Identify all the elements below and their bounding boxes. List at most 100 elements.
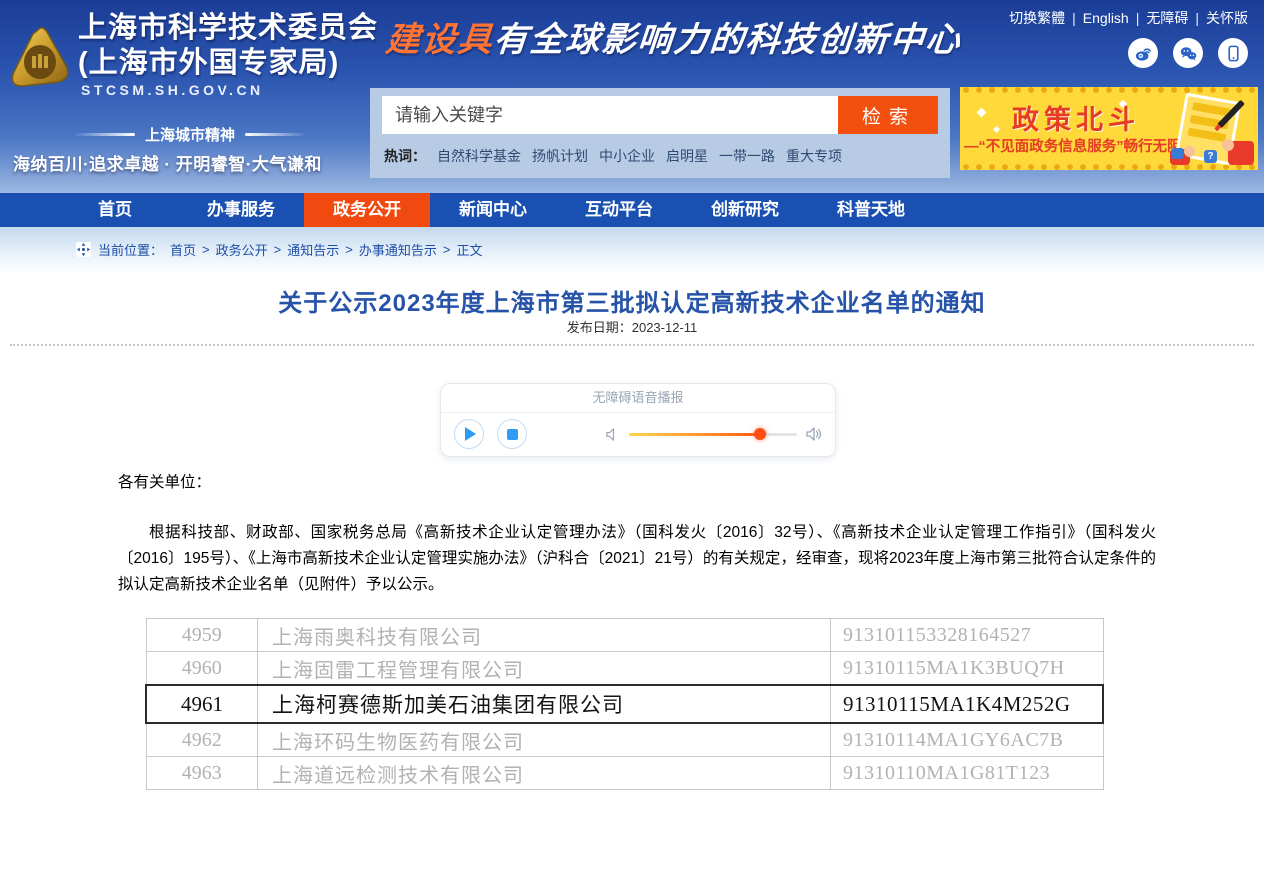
hot-word-link[interactable]: 重大专项 bbox=[786, 146, 842, 166]
hot-word-link[interactable]: 自然科学基金 bbox=[437, 146, 521, 166]
hot-word-link[interactable]: 中小企业 bbox=[599, 146, 655, 166]
company-number: 4962 bbox=[146, 723, 258, 757]
nav-item[interactable]: 科普天地 bbox=[808, 193, 934, 227]
topbar-separator: | bbox=[1072, 10, 1076, 26]
city-spirit-motto: 海纳百川·追求卓越 · 开明睿智·大气谦和 bbox=[13, 150, 377, 175]
company-name: 上海雨奥科技有限公司 bbox=[258, 619, 831, 652]
topbar-link[interactable]: English bbox=[1083, 10, 1129, 26]
org-title: 上海市科学技术委员会 (上海市外国专家局) bbox=[78, 11, 378, 81]
article-paragraph: 根据科技部、财政部、国家税务总局《高新技术企业认定管理办法》（国科发火〔2016… bbox=[118, 520, 1156, 598]
search-row: 检索 bbox=[382, 96, 938, 134]
sparkle-icon bbox=[977, 108, 987, 118]
topbar-links: 切换繁體 | English | 无障碍 | 关怀版 bbox=[1009, 8, 1248, 28]
banner-title: 政策北斗 bbox=[1012, 98, 1140, 137]
volume-high-icon bbox=[806, 426, 822, 442]
policy-beidou-banner[interactable]: 政策北斗 —“不见面政务信息服务”畅行无阻 ? bbox=[960, 87, 1258, 170]
nav-item[interactable]: 办事服务 bbox=[178, 193, 304, 227]
company-table: 4959上海雨奥科技有限公司9131011533281645274960上海固雷… bbox=[145, 618, 1104, 790]
breadcrumb: 当前位置： 首页>政务公开>通知告示>办事通知告示>正文 bbox=[76, 240, 482, 259]
company-code: 91310115MA1K3BUQ7H bbox=[831, 652, 1104, 686]
blue-square-decor bbox=[1172, 148, 1183, 159]
volume-control bbox=[605, 426, 822, 442]
nav-item[interactable]: 互动平台 bbox=[556, 193, 682, 227]
site-logo-icon[interactable] bbox=[8, 26, 72, 92]
breadcrumb-separator: > bbox=[443, 242, 451, 257]
topbar-separator: | bbox=[1195, 10, 1199, 26]
audio-player-title: 无障碍语音播报 bbox=[441, 384, 835, 413]
hot-word-link[interactable]: 一带一路 bbox=[719, 146, 775, 166]
company-number: 4961 bbox=[146, 685, 258, 723]
volume-fill bbox=[629, 433, 760, 436]
search-input[interactable] bbox=[382, 96, 838, 134]
sparkle-icon bbox=[993, 126, 1000, 133]
breadcrumb-item[interactable]: 正文 bbox=[456, 240, 482, 259]
stop-button[interactable] bbox=[497, 419, 527, 449]
hot-word-list: 自然科学基金扬帆计划中小企业启明星一带一路重大专项 bbox=[437, 146, 842, 166]
nav-item[interactable]: 新闻中心 bbox=[430, 193, 556, 227]
hot-word-link[interactable]: 扬帆计划 bbox=[532, 146, 588, 166]
company-code: 913101153328164527 bbox=[831, 619, 1104, 652]
city-spirit-text: 上海城市精神 bbox=[145, 124, 235, 145]
date-label: 发布日期： bbox=[567, 320, 632, 335]
topbar-separator: | bbox=[1136, 10, 1140, 26]
mobile-icon[interactable] bbox=[1218, 38, 1248, 68]
audio-player: 无障碍语音播报 bbox=[440, 383, 836, 457]
company-name: 上海道远检测技术有限公司 bbox=[258, 757, 831, 790]
company-name: 上海柯赛德斯加美石油集团有限公司 bbox=[258, 685, 831, 723]
banner-subtitle: —“不见面政务信息服务”畅行无阻 bbox=[964, 135, 1182, 156]
company-code: 91310114MA1GY6AC7B bbox=[831, 723, 1104, 757]
org-domain: STCSM.SH.GOV.CN bbox=[81, 82, 264, 98]
stop-icon bbox=[507, 429, 518, 440]
question-icon: ? bbox=[1204, 150, 1217, 163]
table-row[interactable]: 4962上海环码生物医药有限公司91310114MA1GY6AC7B bbox=[146, 723, 1103, 757]
page: 上海市科学技术委员会 (上海市外国专家局) STCSM.SH.GOV.CN 上海… bbox=[0, 0, 1264, 895]
company-number: 4959 bbox=[146, 619, 258, 652]
table-row[interactable]: 4960上海固雷工程管理有限公司91310115MA1K3BUQ7H bbox=[146, 652, 1103, 686]
table-row[interactable]: 4961上海柯赛德斯加美石油集团有限公司91310115MA1K4M252G bbox=[146, 685, 1103, 723]
breadcrumb-item[interactable]: 通知告示 bbox=[287, 240, 339, 259]
volume-slider[interactable] bbox=[629, 433, 797, 436]
table-row[interactable]: 4959上海雨奥科技有限公司913101153328164527 bbox=[146, 619, 1103, 652]
breadcrumb-item[interactable]: 政务公开 bbox=[216, 240, 268, 259]
wechat-icon[interactable] bbox=[1173, 38, 1203, 68]
company-name: 上海固雷工程管理有限公司 bbox=[258, 652, 831, 686]
volume-knob[interactable] bbox=[754, 428, 766, 440]
social-icons bbox=[1128, 38, 1248, 68]
breadcrumb-item[interactable]: 首页 bbox=[170, 240, 196, 259]
topbar-link[interactable]: 切换繁體 bbox=[1009, 10, 1065, 26]
search-panel: 检索 热词： 自然科学基金扬帆计划中小企业启明星一带一路重大专项 bbox=[370, 88, 950, 178]
nav-item[interactable]: 政务公开 bbox=[304, 193, 430, 227]
city-spirit-label: 上海城市精神 bbox=[0, 124, 380, 145]
breadcrumb-separator: > bbox=[274, 242, 282, 257]
search-button[interactable]: 检索 bbox=[838, 96, 938, 134]
play-button[interactable] bbox=[454, 419, 484, 449]
hot-word-link[interactable]: 启明星 bbox=[666, 146, 708, 166]
table-row[interactable]: 4963上海道远检测技术有限公司91310110MA1G81T123 bbox=[146, 757, 1103, 790]
decor-line-left bbox=[73, 133, 135, 136]
main-nav: 首页办事服务政务公开新闻中心互动平台创新研究科普天地 bbox=[0, 193, 1264, 227]
dotted-separator bbox=[10, 344, 1254, 346]
breadcrumb-band: 当前位置： 首页>政务公开>通知告示>办事通知告示>正文 bbox=[0, 227, 1264, 273]
banner-illustration: ? bbox=[1170, 93, 1254, 165]
decor-line-right bbox=[245, 133, 307, 136]
hot-words-label: 热词： bbox=[384, 146, 426, 166]
hand-shape bbox=[1184, 146, 1195, 157]
slogan-highlight: 建设具 bbox=[384, 20, 495, 60]
position-icon bbox=[76, 242, 91, 257]
topbar-link[interactable]: 无障碍 bbox=[1146, 10, 1188, 26]
topbar-link[interactable]: 关怀版 bbox=[1206, 10, 1248, 26]
company-number: 4963 bbox=[146, 757, 258, 790]
company-code: 91310110MA1G81T123 bbox=[831, 757, 1104, 790]
audio-player-controls bbox=[441, 413, 835, 455]
nav-item[interactable]: 创新研究 bbox=[682, 193, 808, 227]
breadcrumb-item[interactable]: 办事通知告示 bbox=[359, 240, 437, 259]
breadcrumb-items: 首页>政务公开>通知告示>办事通知告示>正文 bbox=[170, 240, 482, 259]
site-header: 上海市科学技术委员会 (上海市外国专家局) STCSM.SH.GOV.CN 上海… bbox=[0, 0, 1264, 193]
company-code: 91310115MA1K4M252G bbox=[831, 685, 1104, 723]
slogan-rest: 有全球影响力的科技创新中心 bbox=[492, 20, 963, 60]
weibo-icon[interactable] bbox=[1128, 38, 1158, 68]
salutation: 各有关单位： bbox=[118, 470, 211, 492]
play-icon bbox=[465, 427, 476, 441]
hand-shape bbox=[1222, 139, 1234, 151]
nav-item[interactable]: 首页 bbox=[52, 193, 178, 227]
